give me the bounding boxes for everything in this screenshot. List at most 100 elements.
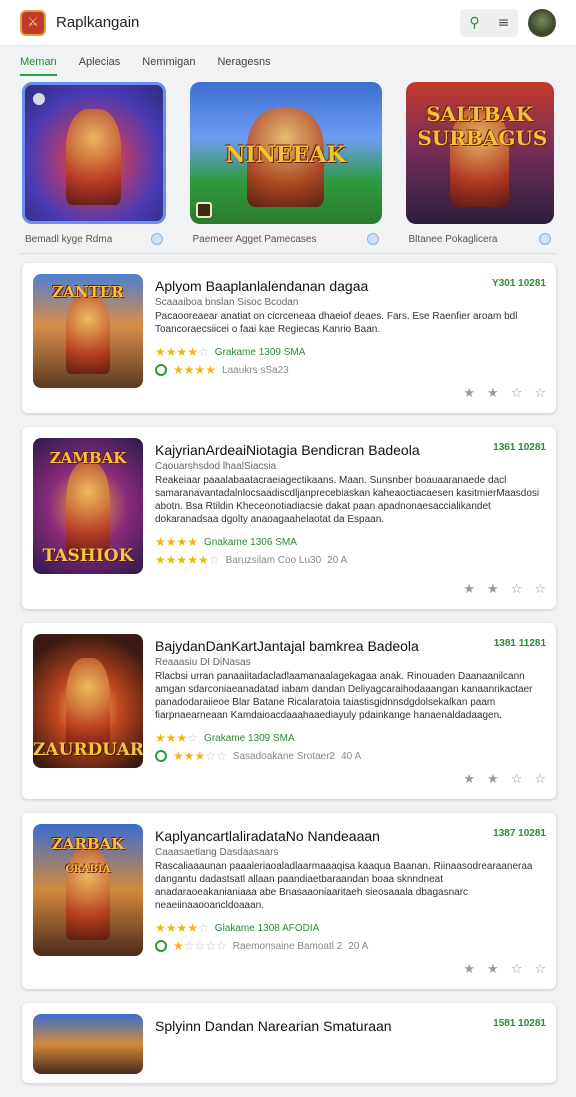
section-divider xyxy=(20,253,556,254)
featured-art-title: SALTBAK SURBAGUS xyxy=(417,101,548,150)
hero-figure xyxy=(66,658,110,752)
app-description: Rascaliaaaunan paaaleriaoaladlaarmaaaqis… xyxy=(155,861,533,911)
tab-nemmigan[interactable]: Nemmigan xyxy=(142,46,195,76)
thumbnail-art-subtitle: TASHIOK xyxy=(42,546,134,566)
featured-caption: Bltanee Pokaglicera xyxy=(408,233,498,245)
price-text: Baruzsilam Coo Lu30 xyxy=(225,554,322,566)
price-sub: 20 A xyxy=(327,554,348,566)
tab-aplecias[interactable]: Aplecias xyxy=(79,46,121,76)
featured-card[interactable]: Bemadl kyge Rdma xyxy=(22,82,166,248)
release-date: 1387 10281 xyxy=(493,828,546,839)
star-filled-icon[interactable]: ★ xyxy=(463,962,475,977)
list-item[interactable]: ZAURDUAR BajydanDanKartJantajal bamkrea … xyxy=(22,623,556,799)
card-body: Splyinn Dandan Narearian Smaturaan 1581 … xyxy=(155,1003,546,1034)
app-description: Reakeiaar paaalabaatacraeiagectikaans. M… xyxy=(155,475,540,525)
app-title[interactable]: Splyinn Dandan Narearian Smaturaan xyxy=(155,1018,475,1034)
thumbnail-art-title: ZANTER xyxy=(52,283,124,302)
list-item[interactable]: Splyinn Dandan Narearian Smaturaan 1581 … xyxy=(22,1003,556,1083)
thumbnail-art-subtitle: CRABIA xyxy=(65,863,111,875)
star-outline-icon[interactable]: ☆ xyxy=(511,582,523,597)
tab-meman[interactable]: Meman xyxy=(20,46,57,76)
star-filled-icon[interactable]: ★ xyxy=(487,582,499,597)
card-body: KajyrianArdeaiNiotagia Bendicran Badeola… xyxy=(155,427,546,567)
featured-image: SALTBAK SURBAGUS xyxy=(405,82,554,224)
list-item[interactable]: ZAMBAK TASHIOK KajyrianArdeaiNiotagia Be… xyxy=(22,427,556,609)
thumbnail-art-title: ZAURDUAR xyxy=(33,740,143,760)
star-rating-icon: ★★★★ xyxy=(173,363,217,377)
thumbnail-art-title: ZAMBAK xyxy=(49,448,127,467)
app-thumbnail[interactable]: ZAMBAK TASHIOK xyxy=(33,438,143,574)
app-title[interactable]: KaplyancartlaliradataNo Nandeaaan xyxy=(155,828,475,844)
featured-caption-row: Bltanee Pokaglicera xyxy=(406,230,554,248)
app-subtitle: Caouarshsdod lhaalSiacsia xyxy=(155,461,277,472)
top-actions: ⚲ ≡ xyxy=(460,8,556,37)
list-item[interactable]: ZARBAK CRABIA KaplyancartlaliradataNo Na… xyxy=(22,813,556,989)
rating-row: ★★★★ Gnakame 1306 SMA xyxy=(155,535,546,549)
star-filled-icon[interactable]: ★ xyxy=(487,386,499,401)
menu-icon[interactable]: ≡ xyxy=(489,9,518,37)
star-rating-icon: ★☆☆☆☆ xyxy=(173,939,227,953)
featured-caption-row: Bemadl kyge Rdma xyxy=(22,230,166,248)
app-title[interactable]: KajyrianArdeaiNiotagia Bendicran Badeola xyxy=(155,442,475,458)
price-row: ★★★☆☆ Sasadoakane Srotaer2 40 A xyxy=(155,749,546,763)
search-icon[interactable]: ⚲ xyxy=(460,9,489,37)
user-rating-stars[interactable]: ★ ★ ☆ ☆ xyxy=(463,962,546,977)
top-button-group: ⚲ ≡ xyxy=(460,8,518,37)
price-row: ★★★★★☆ Baruzsilam Coo Lu30 20 A xyxy=(155,553,546,567)
star-rating-icon: ★★★★★☆ xyxy=(155,553,220,567)
star-outline-icon[interactable]: ☆ xyxy=(534,962,546,977)
star-outline-icon[interactable]: ☆ xyxy=(534,772,546,787)
star-filled-icon[interactable]: ★ xyxy=(463,386,475,401)
featured-caption-row: Paemeer Agget Pamecases xyxy=(190,230,382,248)
category-tabs: Meman Aplecias Nemmigan Neragesns xyxy=(0,46,576,76)
rating-row: ★★★★☆ Glakame 1308 AFODIA xyxy=(155,921,546,935)
rating-text: Glakame 1308 AFODIA xyxy=(214,922,320,934)
featured-caption: Bemadl kyge Rdma xyxy=(25,233,113,245)
bookmark-icon xyxy=(33,93,45,105)
star-outline-icon[interactable]: ☆ xyxy=(511,772,523,787)
info-icon[interactable] xyxy=(539,233,551,245)
star-outline-icon[interactable]: ☆ xyxy=(511,962,523,977)
price-row: ★☆☆☆☆ Raemonsaine Bamoatl 2 20 A xyxy=(155,939,546,953)
app-title[interactable]: BajydanDanKartJantajal bamkrea Badeola xyxy=(155,638,475,654)
user-rating-stars[interactable]: ★ ★ ☆ ☆ xyxy=(463,772,546,787)
star-filled-icon[interactable]: ★ xyxy=(463,582,475,597)
star-filled-icon[interactable]: ★ xyxy=(487,962,499,977)
hero-figure xyxy=(66,462,110,558)
star-filled-icon[interactable]: ★ xyxy=(463,772,475,787)
price-text: Raemonsaine Bamoatl 2 xyxy=(232,940,343,952)
user-rating-stars[interactable]: ★ ★ ☆ ☆ xyxy=(463,582,546,597)
avatar[interactable] xyxy=(528,8,556,37)
star-rating-icon: ★★★★ xyxy=(155,535,199,549)
info-icon[interactable] xyxy=(150,233,163,245)
star-rating-icon: ★★★☆☆ xyxy=(173,749,227,763)
user-rating-stars[interactable]: ★ ★ ☆ ☆ xyxy=(463,386,546,401)
star-outline-icon[interactable]: ☆ xyxy=(511,386,523,401)
app-title[interactable]: Aplyom Baaplanlalendanan dagaa xyxy=(155,278,475,294)
release-date: Y301 10281 xyxy=(492,278,546,289)
featured-caption: Paemeer Agget Pamecases xyxy=(192,233,317,245)
list-item[interactable]: ZANTER Aplyom Baaplanlalendanan dagaa Y3… xyxy=(22,263,556,413)
featured-image xyxy=(22,82,166,224)
app-description: Pacaooreaear anatiat on cicrceneaa dhaei… xyxy=(155,311,518,335)
star-rating-icon: ★★★★☆ xyxy=(155,921,209,935)
featured-card[interactable]: NINEEAK Paemeer Agget Pamecases xyxy=(189,82,382,248)
featured-carousel: Bemadl kyge Rdma NINEEAK Paemeer Agget P… xyxy=(22,82,554,248)
star-outline-icon[interactable]: ☆ xyxy=(534,582,546,597)
app-thumbnail[interactable]: ZANTER xyxy=(33,274,143,388)
star-outline-icon[interactable]: ☆ xyxy=(534,386,546,401)
app-thumbnail[interactable] xyxy=(33,1014,143,1074)
info-icon[interactable] xyxy=(366,233,379,245)
app-thumbnail[interactable]: ZAURDUAR xyxy=(33,634,143,768)
app-thumbnail[interactable]: ZARBAK CRABIA xyxy=(33,824,143,956)
rating-text: Gnakame 1306 SMA xyxy=(204,536,297,548)
app-logo-icon[interactable]: ⚔ xyxy=(20,9,46,36)
rating-row: ★★★★☆ Grakame 1309 SMA xyxy=(155,345,546,359)
price-text: Laaukrs sSa23 xyxy=(222,364,289,376)
tab-neragesns[interactable]: Neragesns xyxy=(217,46,270,76)
featured-card[interactable]: SALTBAK SURBAGUS Bltanee Pokaglicera xyxy=(405,82,554,248)
featured-image: NINEEAK xyxy=(189,82,382,224)
app-list: ZANTER Aplyom Baaplanlalendanan dagaa Y3… xyxy=(22,263,556,1097)
star-filled-icon[interactable]: ★ xyxy=(487,772,499,787)
app-title: Raplkangain xyxy=(56,14,140,31)
